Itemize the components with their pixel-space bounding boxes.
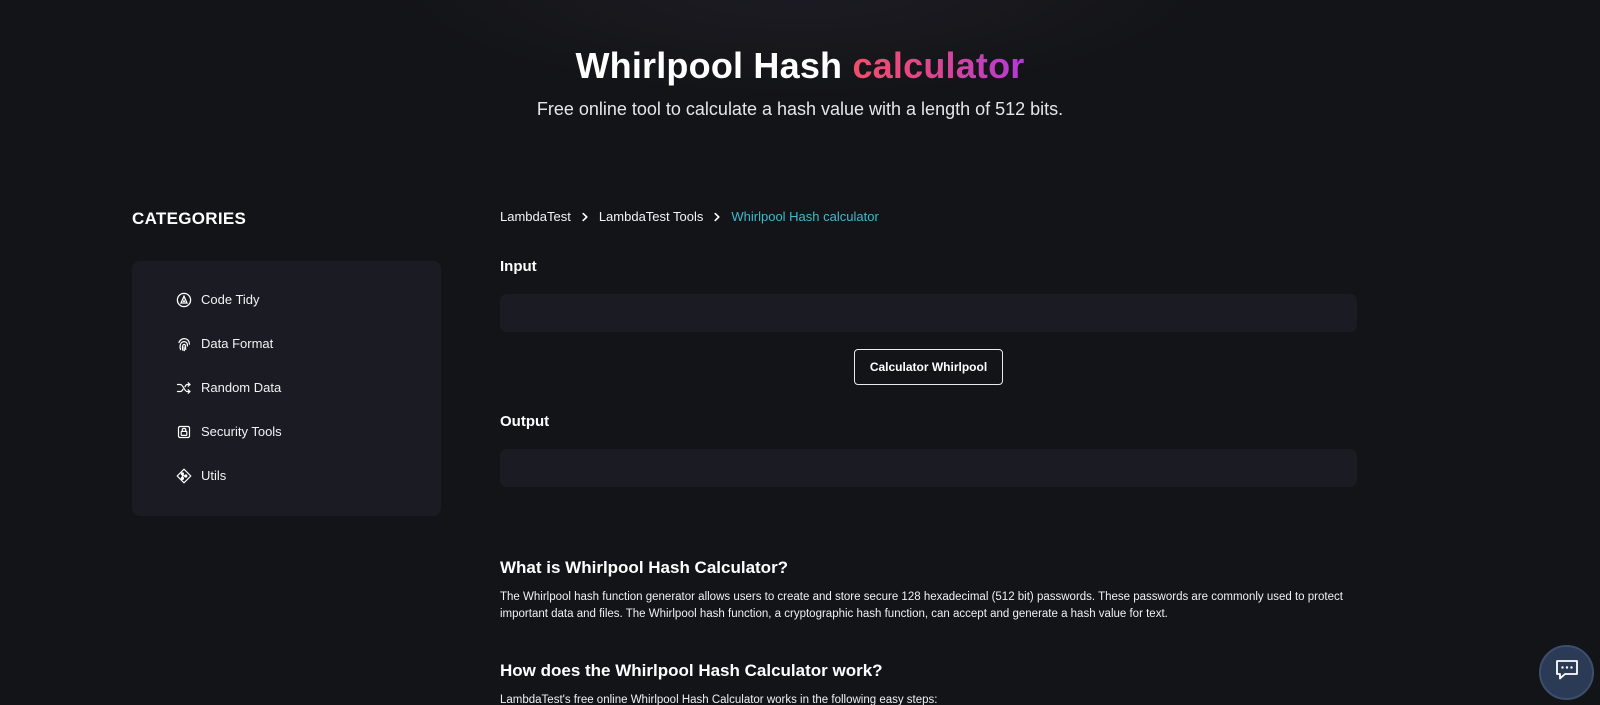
breadcrumb-current: Whirlpool Hash calculator	[731, 209, 879, 224]
what-is-heading: What is Whirlpool Hash Calculator?	[500, 558, 789, 577]
breadcrumb-link-lambdatest[interactable]: LambdaTest	[500, 209, 571, 225]
sidebar-item-security-tools[interactable]: Security Tools	[132, 410, 441, 454]
page-subtitle: Free online tool to calculate a hash val…	[536, 99, 1064, 119]
chevron-right-icon	[580, 212, 590, 222]
sidebar-item-utils[interactable]: Utils	[132, 454, 441, 498]
page-title-main: Whirlpool Hash	[575, 45, 843, 86]
sidebar-item-label: Random Data	[201, 380, 282, 395]
categories-sidebar: Code Tidy Data Format Random Data Securi…	[132, 261, 441, 516]
sidebar-item-label: Utils	[201, 468, 227, 483]
hash-output-field[interactable]	[500, 449, 1357, 487]
sidebar-item-code-tidy[interactable]: Code Tidy	[132, 278, 441, 322]
chat-button[interactable]	[1539, 645, 1594, 700]
sidebar-item-label: Code Tidy	[201, 292, 260, 307]
categories-heading: CATEGORIES	[132, 209, 247, 228]
hash-input-field[interactable]	[500, 294, 1357, 332]
chevron-right-icon	[712, 212, 722, 222]
output-label: Output	[500, 413, 550, 430]
page-title: Whirlpool Hash calculator	[0, 44, 1600, 88]
sidebar-item-label: Security Tools	[201, 424, 282, 439]
breadcrumb-link-lambdatest-tools[interactable]: LambdaTest Tools	[599, 209, 704, 225]
how-it-works-heading: How does the Whirlpool Hash Calculator w…	[500, 661, 883, 680]
sidebar-item-random-data[interactable]: Random Data	[132, 366, 441, 410]
git-merge-icon	[176, 468, 192, 484]
sidebar-item-label: Data Format	[201, 336, 274, 351]
what-is-paragraph: The Whirlpool hash function generator al…	[500, 591, 1343, 620]
fingerprint-icon	[176, 336, 192, 352]
page: Whirlpool Hash calculator Free online to…	[0, 0, 1600, 705]
lock-icon	[176, 424, 192, 440]
sidebar-item-data-format[interactable]: Data Format	[132, 322, 441, 366]
input-label: Input	[500, 258, 537, 275]
calculate-whirlpool-button[interactable]: Calculator Whirlpool	[854, 349, 1003, 385]
breadcrumb: LambdaTest LambdaTest Tools Whirlpool Ha…	[500, 209, 879, 225]
how-it-works-paragraph: LambdaTest's free online Whirlpool Hash …	[500, 694, 938, 705]
shuffle-icon	[176, 380, 192, 396]
page-title-accent: calculator	[852, 45, 1025, 86]
chat-icon	[1554, 658, 1580, 687]
code-tidy-icon	[176, 292, 192, 308]
